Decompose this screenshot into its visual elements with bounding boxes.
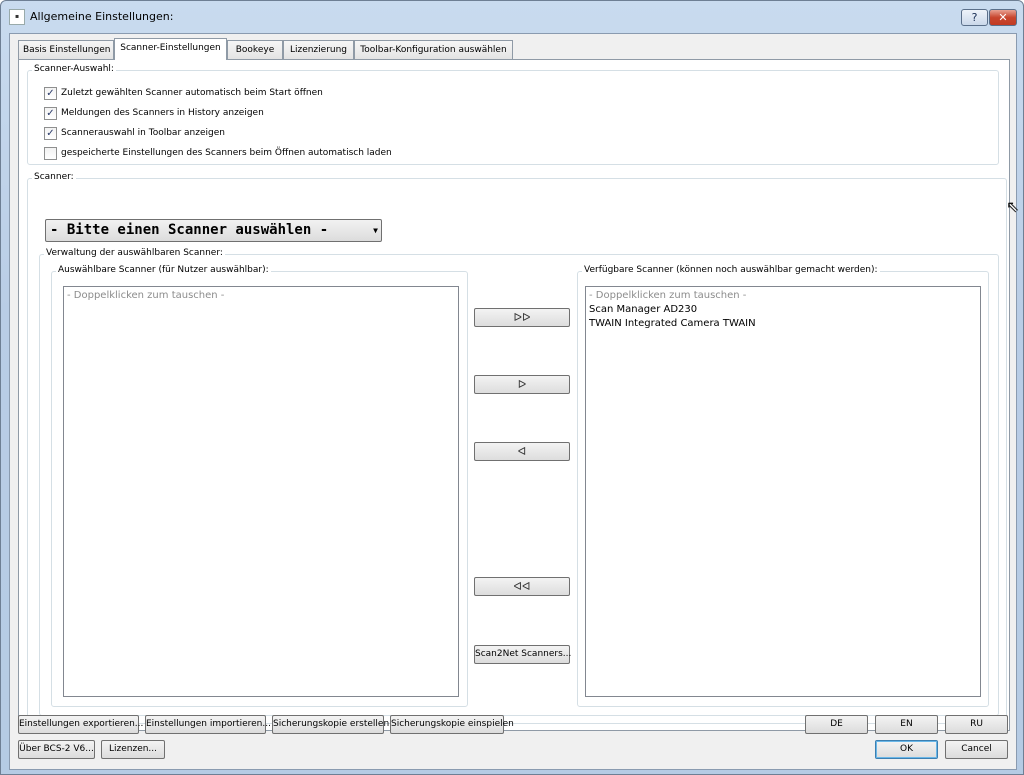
chevron-left-icon: ᐊ xyxy=(517,445,527,458)
title-bar[interactable]: ▪ Allgemeine Einstellungen: ? ✕ xyxy=(1,1,1023,33)
verfuegbare-list[interactable]: - Doppelklicken zum tauschen - Scan Mana… xyxy=(585,286,981,697)
move-one-left-button[interactable]: ᐊ xyxy=(474,442,570,461)
help-button[interactable]: ? xyxy=(961,9,988,26)
chevron-right-icon: ᐅ xyxy=(517,378,527,391)
group-label: Scanner: xyxy=(32,172,76,182)
list-placeholder: - Doppelklicken zum tauschen - xyxy=(67,290,225,301)
dialog-window: ▪ Allgemeine Einstellungen: ? ✕ Basis Ei… xyxy=(0,0,1024,775)
move-all-left-button[interactable]: ᐊᐊ xyxy=(474,577,570,596)
dialog-client: Basis Einstellungen Scanner-Einstellunge… xyxy=(9,33,1017,770)
backup-create-button[interactable]: Sicherungskopie erstellen xyxy=(272,715,389,734)
double-chevron-right-icon: ᐅᐅ xyxy=(513,311,531,324)
checkbox-label: Scannerauswahl in Toolbar anzeigen xyxy=(61,128,225,138)
checkbox-autostart[interactable]: ✓ Zuletzt gewählten Scanner automatisch … xyxy=(44,86,323,100)
list-placeholder: - Doppelklicken zum tauschen - xyxy=(589,290,747,301)
tab-panel: Scanner-Auswahl: ✓ Zuletzt gewählten Sca… xyxy=(18,59,1010,731)
tab-basis[interactable]: Basis Einstellungen xyxy=(18,40,114,60)
chevron-down-icon: ▼ xyxy=(373,226,378,235)
close-button[interactable]: ✕ xyxy=(989,9,1017,26)
group-label: Scanner-Auswahl: xyxy=(32,64,116,74)
tab-bookeye[interactable]: Bookeye xyxy=(227,40,283,60)
checkbox-label: Zuletzt gewählten Scanner automatisch be… xyxy=(61,88,323,98)
checkbox-check-icon[interactable]: ✓ xyxy=(44,126,57,140)
tab-toolbar[interactable]: Toolbar-Konfiguration auswählen xyxy=(354,40,513,60)
checkbox-check-icon[interactable]: ✓ xyxy=(44,106,57,120)
tab-lizenzierung[interactable]: Lizenzierung xyxy=(283,40,354,60)
backup-restore-button[interactable]: Sicherungskopie einspielen xyxy=(390,715,514,734)
group-label: Auswählbare Scanner (für Nutzer auswählb… xyxy=(56,265,271,275)
checkbox-autoload[interactable]: gespeicherte Einstellungen des Scanners … xyxy=(44,146,392,160)
scanner-auswahl-group: Scanner-Auswahl: ✓ Zuletzt gewählten Sca… xyxy=(27,64,999,165)
scanner-select[interactable]: - Bitte einen Scanner auswählen - ▼ xyxy=(45,219,382,242)
app-icon: ▪ xyxy=(9,9,25,25)
window-title: Allgemeine Einstellungen: xyxy=(30,10,174,23)
mouse-cursor-icon: ⇖ xyxy=(1006,197,1020,216)
licenses-button[interactable]: Lizenzen... xyxy=(101,740,165,759)
lang-en-button[interactable]: EN xyxy=(875,715,938,734)
checkbox-label: Meldungen des Scanners in History anzeig… xyxy=(61,108,264,118)
list-item[interactable]: TWAIN Integrated Camera TWAIN xyxy=(589,317,977,331)
lang-ru-button[interactable]: RU xyxy=(945,715,1008,734)
group-label: Verwaltung der auswählbaren Scanner: xyxy=(44,248,225,258)
auswaehlbare-list[interactable]: - Doppelklicken zum tauschen - xyxy=(63,286,459,697)
tab-scanner[interactable]: Scanner-Einstellungen xyxy=(114,38,227,60)
checkbox-toolbar[interactable]: ✓ Scannerauswahl in Toolbar anzeigen xyxy=(44,126,225,140)
checkbox-label: gespeicherte Einstellungen des Scanners … xyxy=(61,148,392,158)
lang-de-button[interactable]: DE xyxy=(805,715,868,734)
ok-button[interactable]: OK xyxy=(875,740,938,759)
move-one-right-button[interactable]: ᐅ xyxy=(474,375,570,394)
scan2net-button[interactable]: Scan2Net Scanners... xyxy=(474,645,571,664)
about-button[interactable]: Über BCS-2 V6... xyxy=(18,740,95,759)
move-all-right-button[interactable]: ᐅᐅ xyxy=(474,308,570,327)
checkbox-history[interactable]: ✓ Meldungen des Scanners in History anze… xyxy=(44,106,264,120)
list-item[interactable]: Scan Manager AD230 xyxy=(589,303,977,317)
export-settings-button[interactable]: Einstellungen exportieren... xyxy=(18,715,143,734)
checkbox-empty[interactable] xyxy=(44,146,57,160)
cancel-button[interactable]: Cancel xyxy=(945,740,1008,759)
scanner-select-value: - Bitte einen Scanner auswählen - xyxy=(50,222,329,238)
import-settings-button[interactable]: Einstellungen importieren... xyxy=(145,715,271,734)
group-label: Verfügbare Scanner (können noch auswählb… xyxy=(582,265,880,275)
double-chevron-left-icon: ᐊᐊ xyxy=(513,580,531,593)
checkbox-check-icon[interactable]: ✓ xyxy=(44,86,57,100)
